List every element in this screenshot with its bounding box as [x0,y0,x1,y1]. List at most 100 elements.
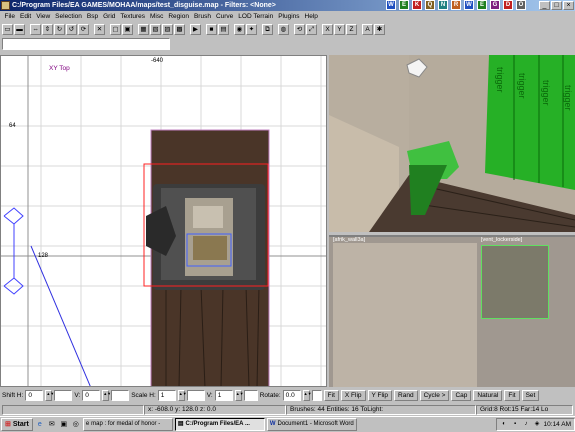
quick-launch-icon[interactable]: O [516,0,526,10]
texture-lock-icon[interactable]: ▤ [218,23,229,35]
start-button[interactable]: ⊞ Start [1,418,33,431]
quick-launch-icon[interactable]: N [438,0,448,10]
ie-icon[interactable]: e [35,420,45,430]
scale-icon[interactable]: ⤢ [306,23,317,35]
quick-launch-icon[interactable]: E [477,0,487,10]
task-word[interactable]: W Document1 - Microsoft Word [266,418,357,431]
rotate-z-icon[interactable]: ⟳ [78,23,89,35]
rand-button[interactable]: Rand [394,390,418,401]
tray-icon-1[interactable]: ◐ [500,420,509,429]
menu-selection[interactable]: Selection [53,13,85,20]
texture-thumb-wall[interactable] [333,243,477,387]
y-flip-button[interactable]: Y Flip [367,390,393,401]
lock-z-icon[interactable]: Z [346,23,357,35]
quick-launch-icon[interactable]: R [451,0,461,10]
tray-icon-3[interactable]: ♪ [522,420,531,429]
patch-icon[interactable]: ◍ [278,23,289,35]
quick-launch-icon[interactable]: K [412,0,422,10]
set-button[interactable]: Set [521,390,540,401]
menu-view[interactable]: View [34,13,53,20]
rotate-y-icon[interactable]: ↺ [66,23,77,35]
make-room-icon[interactable]: ▣ [122,23,133,35]
rotate-field[interactable]: 0.0 [282,390,301,401]
close-button[interactable]: × [563,1,574,10]
menu-edit[interactable]: Edit [17,13,33,20]
menu-plugins[interactable]: Plugins [276,13,302,20]
filter-input[interactable] [2,38,170,50]
view-change-icon[interactable]: ⧉ [262,23,273,35]
open-icon[interactable]: ▭ [2,23,13,35]
menu-brush[interactable]: Brush [191,13,213,20]
scale-h-field-2[interactable] [186,390,205,401]
hollow-icon[interactable]: ▢ [110,23,121,35]
rotate-spinner[interactable]: ▲▼ [302,390,312,401]
maximize-button[interactable]: □ [551,1,562,10]
texture-browser[interactable]: [afrik_wall3a] [vent_lockerside] [329,235,575,387]
x-flip-button[interactable]: X Flip [340,390,366,401]
menu-file[interactable]: File [2,13,17,20]
csg-subtract-icon[interactable]: ✕ [94,23,105,35]
menu-misc[interactable]: Misc [147,13,165,20]
lock-x-icon[interactable]: X [322,23,333,35]
quick-launch-icon[interactable]: D [503,0,513,10]
task-browser[interactable]: e map : for medal of honor - [82,418,173,431]
media-icon[interactable]: ◎ [71,420,81,430]
menu-curve[interactable]: Curve [213,13,235,20]
menu-help[interactable]: Help [302,13,320,20]
select-complete-icon[interactable]: ▨ [162,23,173,35]
shift-v-field[interactable]: 0 [82,390,101,401]
rotate-icon[interactable]: ⟲ [294,23,305,35]
cube-icon[interactable]: ■ [206,23,217,35]
clock[interactable]: 10:14 AM [544,421,571,428]
minimize-button[interactable]: _ [539,1,550,10]
rotate-field-2[interactable] [311,390,322,401]
save-icon[interactable]: ▬ [14,23,25,35]
shift-h-spinner[interactable]: ▲▼ [45,390,54,401]
flip-x-icon[interactable]: ⇔ [30,23,41,35]
menu-lod-terrain[interactable]: LOD Terrain [236,13,276,20]
app-icon[interactable] [1,1,10,10]
menu-textures[interactable]: Textures [118,13,148,20]
shift-h-field[interactable]: 0 [25,390,44,401]
menu-grid[interactable]: Grid [101,13,118,20]
scale-v-field-2[interactable] [243,390,258,401]
lock-y-icon[interactable]: Y [334,23,345,35]
tray-icon-4[interactable]: ◈ [533,420,542,429]
brush-outline-left[interactable] [3,207,24,225]
select-partial-icon[interactable]: ▩ [174,23,185,35]
fit-button[interactable]: Fit [323,390,339,401]
menu-bsp[interactable]: Bsp [84,13,100,20]
rotate-x-icon[interactable]: ↻ [54,23,65,35]
select-touching-icon[interactable]: ▦ [138,23,149,35]
camera-viewport[interactable]: trigger trigger trigger trigger [329,55,575,232]
brush-icon[interactable]: A [362,23,373,35]
select-inside-icon[interactable]: ▧ [150,23,161,35]
quick-launch-icon[interactable]: Q [425,0,435,10]
shift-h-field-2[interactable] [54,390,73,401]
quick-launch-icon[interactable]: G [490,0,500,10]
scale-v-spinner[interactable]: ▲▼ [234,390,244,401]
xy-top-viewport[interactable]: XY Top -640 64 128 [0,55,327,387]
desktop-icon[interactable]: ▣ [59,420,69,430]
quick-launch-icon[interactable]: W [386,0,396,10]
lock-icon[interactable]: ✱ [374,23,385,35]
scale-v-field[interactable]: 1 [214,390,233,401]
outlook-icon[interactable]: ✉ [47,420,57,430]
quick-launch-icon[interactable]: W [464,0,474,10]
cycle-button[interactable]: Cycle > [419,390,450,401]
tray-icon-2[interactable]: ▪ [511,420,520,429]
texture-thumb-locker[interactable] [481,245,549,319]
fit-button-2[interactable]: Fit [504,390,520,401]
task-radiant[interactable]: ▤ C:/Program Files/EA ... [174,418,265,431]
shift-v-spinner[interactable]: ▲▼ [102,390,111,401]
shift-v-field-2[interactable] [111,390,130,401]
camera-icon[interactable]: ◉ [234,23,245,35]
cap-button[interactable]: Cap [451,390,472,401]
entity-icon[interactable]: ✦ [246,23,257,35]
scale-h-spinner[interactable]: ▲▼ [177,390,187,401]
flip-y-icon[interactable]: ⇕ [42,23,53,35]
menu-region[interactable]: Region [166,13,192,20]
clipper-icon[interactable]: ▶ [190,23,201,35]
quick-launch-icon[interactable]: E [399,0,409,10]
scale-h-field[interactable]: 1 [157,390,176,401]
